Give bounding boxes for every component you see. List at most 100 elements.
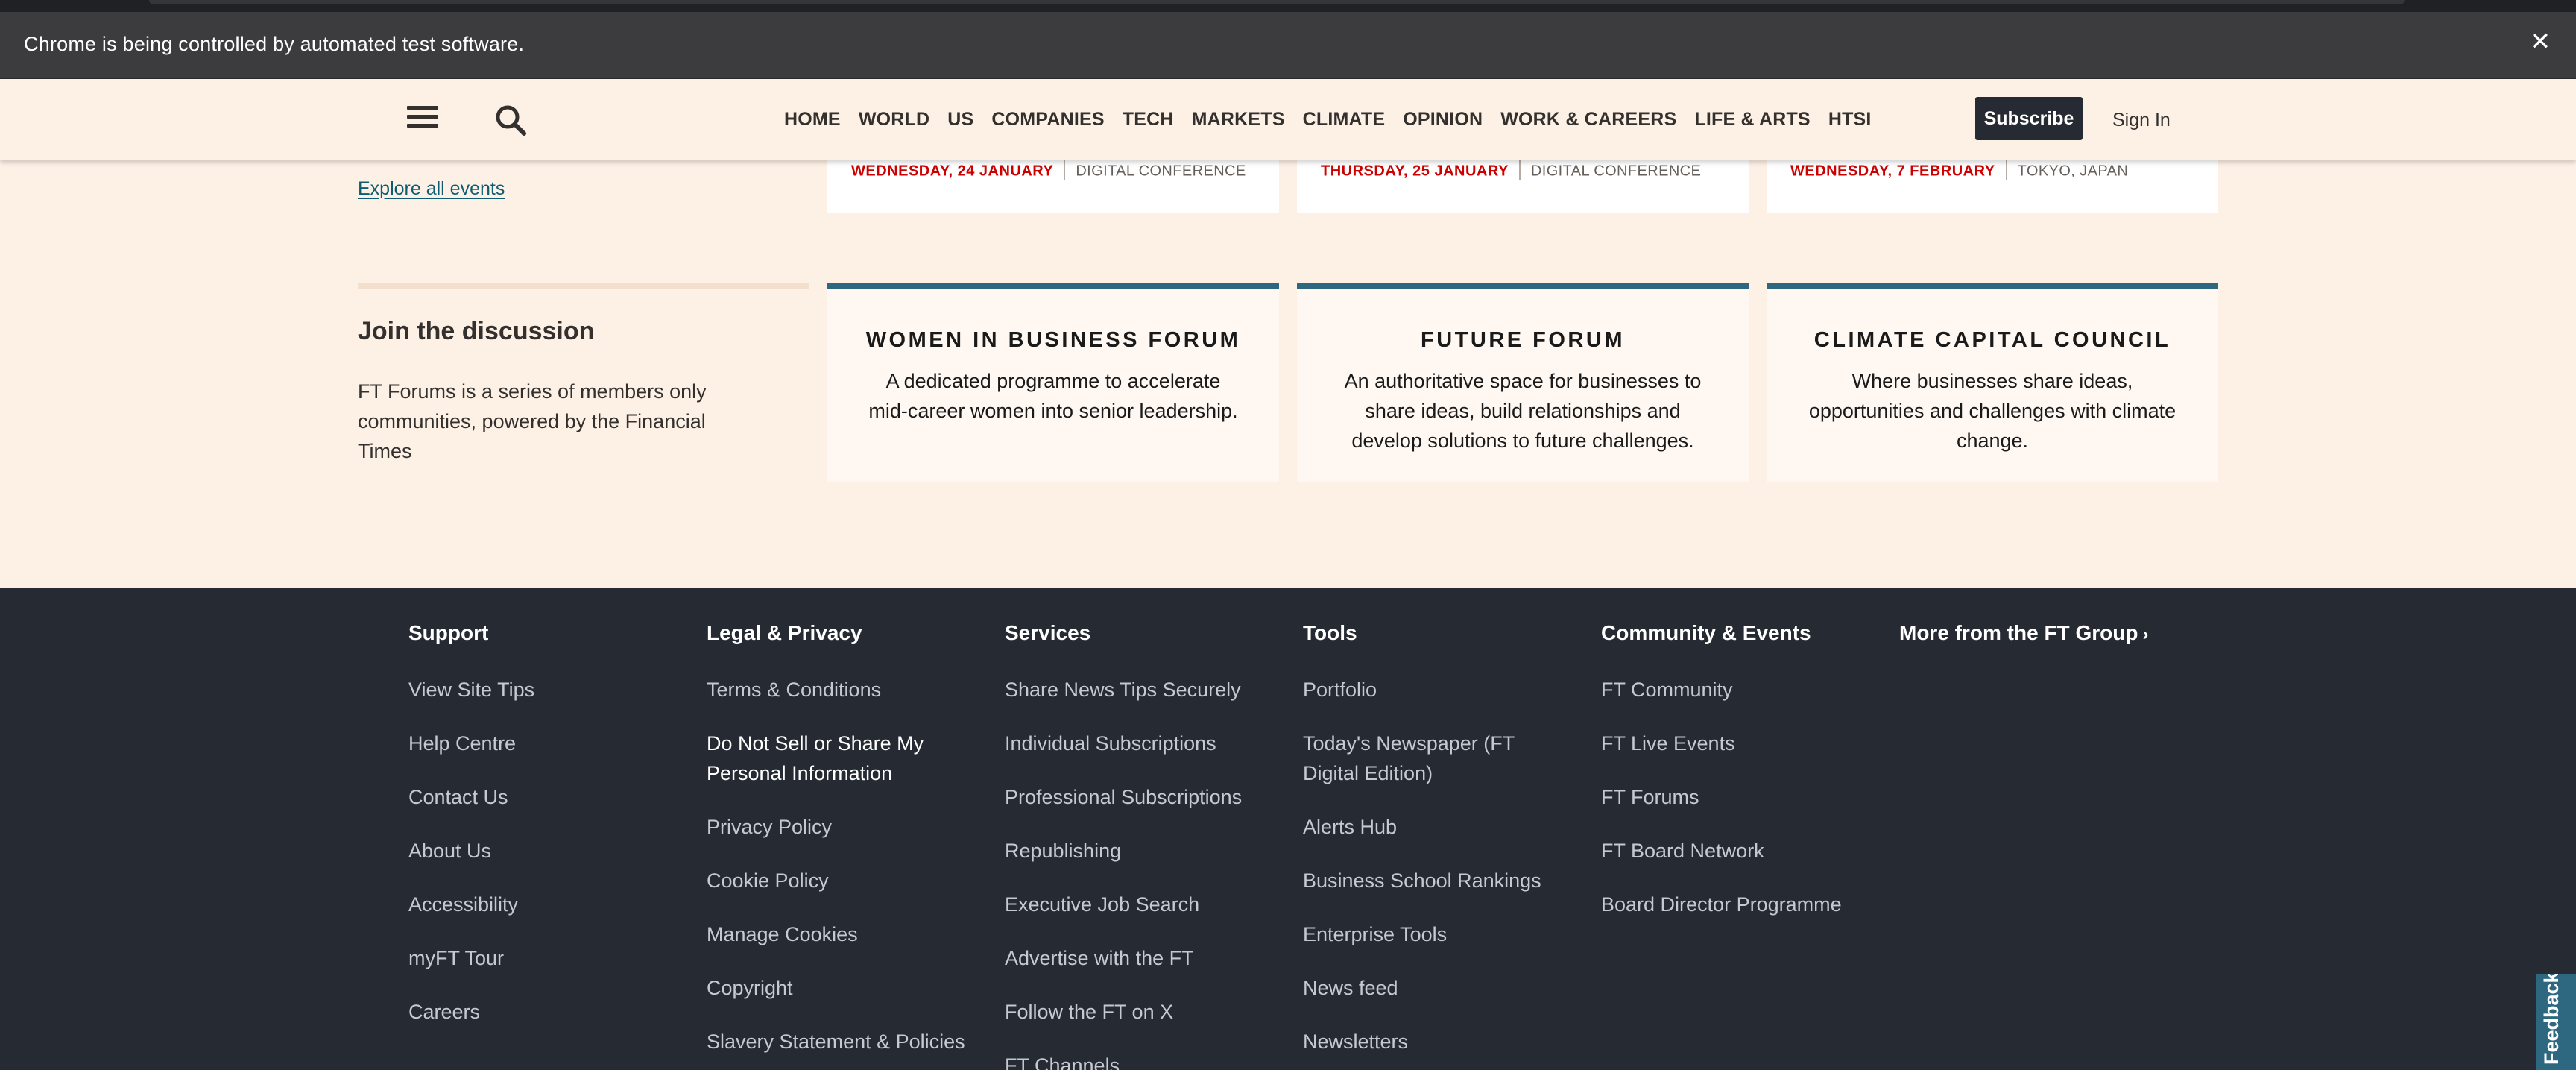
footer-link[interactable]: FT Live Events: [1601, 728, 1869, 758]
event-type: DIGITAL CONFERENCE: [1530, 163, 1702, 180]
nav-home[interactable]: HOME: [784, 109, 841, 130]
primary-nav: HOME WORLD US COMPANIES TECH MARKETS CLI…: [784, 109, 1890, 130]
chevron-right-icon: ›: [2142, 624, 2149, 644]
site-header: HOME WORLD US COMPANIES TECH MARKETS CLI…: [0, 79, 2576, 160]
footer-link[interactable]: Privacy Policy: [707, 812, 975, 842]
forum-card-women-in-business[interactable]: WOMEN IN BUSINESS FORUM A dedicated prog…: [827, 283, 1279, 482]
forum-card-climate-capital-council[interactable]: CLIMATE CAPITAL COUNCIL Where businesses…: [1767, 283, 2218, 482]
nav-us[interactable]: US: [947, 109, 973, 130]
site-footer: Support View Site Tips Help Centre Conta…: [0, 588, 2576, 1070]
footer-link[interactable]: News feed: [1303, 973, 1571, 1003]
nav-work-careers[interactable]: WORK & CAREERS: [1500, 109, 1676, 130]
footer-link[interactable]: Careers: [408, 997, 677, 1027]
menu-icon[interactable]: [407, 106, 438, 133]
footer-link[interactable]: Terms & Conditions: [707, 675, 975, 705]
feedback-tab[interactable]: Feedback: [2536, 974, 2576, 1070]
event-type: TOKYO, JAPAN: [2017, 163, 2129, 180]
join-discussion-description: FT Forums is a series of members only co…: [358, 380, 707, 462]
forum-description: Where businesses share ideas, opportunit…: [1808, 370, 2176, 452]
event-meta: WEDNESDAY, 24 JANUARY DIGITAL CONFERENCE: [851, 158, 1246, 183]
footer-link-do-not-sell[interactable]: Do Not Sell or Share My Personal Informa…: [707, 728, 975, 788]
footer-link[interactable]: Follow the FT on X: [1005, 997, 1273, 1027]
explore-all-events-link[interactable]: Explore all events: [358, 178, 505, 200]
footer-heading: Community & Events: [1601, 621, 1811, 644]
section-rule: [358, 283, 809, 289]
footer-link[interactable]: Business School Rankings: [1303, 866, 1571, 896]
footer-column-community-events: Community & Events FT Community FT Live …: [1601, 621, 1869, 943]
nav-opinion[interactable]: OPINION: [1403, 109, 1483, 130]
forum-title: FUTURE FORUM: [1421, 328, 1625, 352]
footer-column-tools: Tools Portfolio Today's Newspaper (FT Di…: [1303, 621, 1571, 1070]
footer-link[interactable]: Advertise with the FT: [1005, 943, 1273, 973]
footer-heading: Legal & Privacy: [707, 621, 862, 644]
footer-column-support: Support View Site Tips Help Centre Conta…: [408, 621, 677, 1051]
event-meta: THURSDAY, 25 JANUARY DIGITAL CONFERENCE: [1321, 158, 1702, 183]
footer-link[interactable]: Board Director Programme: [1601, 890, 1869, 919]
footer-link[interactable]: Help Centre: [408, 728, 677, 758]
event-date: WEDNESDAY, 24 JANUARY: [851, 163, 1054, 180]
footer-link[interactable]: Cookie Policy: [707, 866, 975, 896]
footer-link[interactable]: Republishing: [1005, 836, 1273, 866]
footer-link[interactable]: Enterprise Tools: [1303, 919, 1571, 949]
footer-link[interactable]: Contact Us: [408, 782, 677, 812]
footer-link[interactable]: Copyright: [707, 973, 975, 1003]
footer-heading: Services: [1005, 621, 1091, 644]
event-date: WEDNESDAY, 7 FEBRUARY: [1790, 163, 1995, 180]
forum-description: An authoritative space for businesses to…: [1344, 370, 1702, 452]
footer-link[interactable]: Accessibility: [408, 890, 677, 919]
subscribe-button[interactable]: Subscribe: [1975, 97, 2083, 140]
event-date: THURSDAY, 25 JANUARY: [1321, 163, 1509, 180]
forum-title: WOMEN IN BUSINESS FORUM: [865, 328, 1241, 352]
sign-in-link[interactable]: Sign In: [2112, 110, 2171, 131]
infobar-message: Chrome is being controlled by automated …: [24, 33, 525, 55]
join-discussion-title: Join the discussion: [358, 317, 595, 345]
nav-world[interactable]: WORLD: [859, 109, 929, 130]
infobar-close-icon[interactable]: ✕: [2525, 27, 2555, 57]
footer-column-legal-privacy: Legal & Privacy Terms & Conditions Do No…: [707, 621, 975, 1070]
forum-title: CLIMATE CAPITAL COUNCIL: [1813, 328, 2171, 352]
event-card[interactable]: THURSDAY, 25 JANUARY DIGITAL CONFERENCE: [1297, 158, 1749, 213]
footer-column-services: Services Share News Tips Securely Indivi…: [1005, 621, 1273, 1070]
more-from-ft-group-link[interactable]: More from the FT Group ›: [1899, 621, 2148, 645]
footer-link[interactable]: FT Channels: [1005, 1051, 1273, 1070]
nav-htsi[interactable]: HTSI: [1828, 109, 1872, 130]
footer-link[interactable]: View Site Tips: [408, 675, 677, 705]
footer-link[interactable]: FT Community: [1601, 675, 1869, 705]
nav-tech[interactable]: TECH: [1123, 109, 1174, 130]
more-from-ft-label: More from the FT Group: [1899, 621, 2138, 644]
automation-infobar: Chrome is being controlled by automated …: [0, 12, 2576, 79]
footer-link[interactable]: FT Board Network: [1601, 836, 1869, 866]
divider: [1518, 158, 1521, 180]
footer-link[interactable]: myFT Tour: [408, 943, 677, 973]
browser-address-area: [149, 0, 2405, 4]
footer-link[interactable]: Newsletters: [1303, 1027, 1571, 1057]
footer-link[interactable]: Individual Subscriptions: [1005, 728, 1273, 758]
forum-description: A dedicated programme to accelerate mid-…: [868, 370, 1238, 422]
footer-link[interactable]: Portfolio: [1303, 675, 1571, 705]
footer-heading: Tools: [1303, 621, 1357, 644]
nav-life-arts[interactable]: LIFE & ARTS: [1694, 109, 1810, 130]
event-card[interactable]: WEDNESDAY, 24 JANUARY DIGITAL CONFERENCE: [827, 158, 1279, 213]
feedback-label: Feedback: [2540, 974, 2563, 1065]
footer-heading: Support: [408, 621, 489, 644]
nav-companies[interactable]: COMPANIES: [991, 109, 1104, 130]
footer-link[interactable]: Manage Cookies: [707, 919, 975, 949]
footer-link[interactable]: Alerts Hub: [1303, 812, 1571, 842]
search-icon[interactable]: [493, 103, 528, 137]
forum-card-future-forum[interactable]: FUTURE FORUM An authoritative space for …: [1297, 283, 1749, 482]
footer-link[interactable]: Executive Job Search: [1005, 890, 1273, 919]
divider: [1064, 158, 1066, 180]
divider: [2005, 158, 2007, 180]
footer-link[interactable]: Professional Subscriptions: [1005, 782, 1273, 812]
footer-link[interactable]: Slavery Statement & Policies: [707, 1027, 975, 1057]
footer-link[interactable]: Share News Tips Securely: [1005, 675, 1273, 705]
event-meta: WEDNESDAY, 7 FEBRUARY TOKYO, JAPAN: [1790, 158, 2129, 183]
nav-climate[interactable]: CLIMATE: [1303, 109, 1386, 130]
browser-tab-strip: [0, 0, 2576, 12]
event-card[interactable]: WEDNESDAY, 7 FEBRUARY TOKYO, JAPAN: [1767, 158, 2218, 213]
footer-link[interactable]: About Us: [408, 836, 677, 866]
footer-link[interactable]: FT Forums: [1601, 782, 1869, 812]
nav-markets[interactable]: MARKETS: [1192, 109, 1285, 130]
event-type: DIGITAL CONFERENCE: [1076, 163, 1246, 180]
footer-link[interactable]: Today's Newspaper (FT Digital Edition): [1303, 728, 1571, 788]
